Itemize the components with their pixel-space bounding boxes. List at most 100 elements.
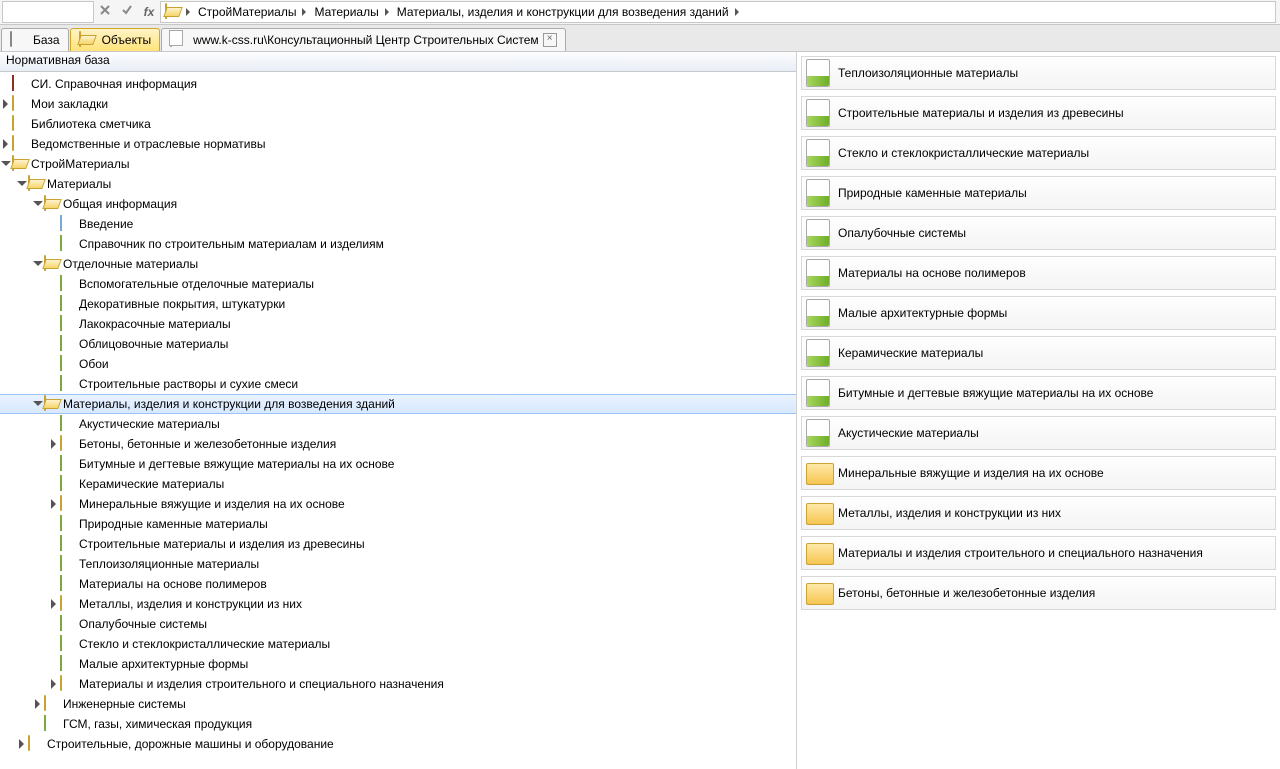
tree-node[interactable]: Материалы, изделия и конструкции для воз… xyxy=(0,394,796,414)
tree-node[interactable]: СИ. Справочная информация xyxy=(0,74,796,94)
page-icon xyxy=(60,416,76,432)
tree-node[interactable]: Опалубочные системы xyxy=(0,614,796,634)
content-card[interactable]: Металлы, изделия и конструкции из них xyxy=(801,496,1276,530)
tree-node[interactable]: ГСМ, газы, химическая продукция xyxy=(0,714,796,734)
tree-node-label: Отделочные материалы xyxy=(63,257,198,271)
tree-node[interactable]: Облицовочные материалы xyxy=(0,334,796,354)
tab-objects[interactable]: Объекты xyxy=(70,28,161,51)
tree-node[interactable]: Строительные, дорожные машины и оборудов… xyxy=(0,734,796,754)
tree-node[interactable]: СтройМатериалы xyxy=(0,154,796,174)
cancel-formula-button[interactable] xyxy=(94,1,116,23)
tree-node-label: Лакокрасочные материалы xyxy=(79,317,231,331)
tree-node[interactable]: Обои xyxy=(0,354,796,374)
content-card[interactable]: Строительные материалы и изделия из древ… xyxy=(801,96,1276,130)
document-icon xyxy=(806,419,832,447)
breadcrumb-item-2[interactable]: Материалы, изделия и конструкции для воз… xyxy=(393,5,733,19)
tree-node[interactable]: Битумные и дегтевые вяжущие материалы на… xyxy=(0,454,796,474)
tree-node[interactable]: Керамические материалы xyxy=(0,474,796,494)
tree-node-label: Опалубочные системы xyxy=(79,617,207,631)
page-icon xyxy=(60,536,76,552)
content-card[interactable]: Битумные и дегтевые вяжущие материалы на… xyxy=(801,376,1276,410)
expand-icon[interactable] xyxy=(16,738,28,750)
tree-node-label: Обои xyxy=(79,357,109,371)
tree-node[interactable]: Справочник по строительным материалам и … xyxy=(0,234,796,254)
tree-node-label: СтройМатериалы xyxy=(31,157,129,171)
folder-open-icon xyxy=(44,256,60,272)
tree-node[interactable]: Мои закладки xyxy=(0,94,796,114)
breadcrumb-item-0[interactable]: СтройМатериалы xyxy=(194,5,300,19)
tree-node[interactable]: Строительные растворы и сухие смеси xyxy=(0,374,796,394)
expand-icon[interactable] xyxy=(0,138,12,150)
tree-node[interactable]: Металлы, изделия и конструкции из них xyxy=(0,594,796,614)
tree-body[interactable]: СИ. Справочная информацияМои закладкиБиб… xyxy=(0,72,796,769)
content-card[interactable]: Акустические материалы xyxy=(801,416,1276,450)
cards-panel[interactable]: Теплоизоляционные материалы Строительные … xyxy=(797,52,1280,769)
tree-node[interactable]: Отделочные материалы xyxy=(0,254,796,274)
tree-node[interactable]: Бетоны, бетонные и железобетонные издели… xyxy=(0,434,796,454)
folder-icon xyxy=(806,459,832,487)
document-icon xyxy=(806,139,832,167)
expand-icon[interactable] xyxy=(0,98,12,110)
tree-node[interactable]: Материалы на основе полимеров xyxy=(0,574,796,594)
expand-icon[interactable] xyxy=(48,498,60,510)
breadcrumb-sep-icon xyxy=(383,2,393,22)
content-card[interactable]: Материалы на основе полимеров xyxy=(801,256,1276,290)
document-icon xyxy=(806,339,832,367)
tree-node[interactable]: Стекло и стеклокристаллические материалы xyxy=(0,634,796,654)
content-card[interactable]: Минеральные вяжущие и изделия на их осно… xyxy=(801,456,1276,490)
tree-node[interactable]: Материалы и изделия строительного и спец… xyxy=(0,674,796,694)
breadcrumb-label: Материалы, изделия и конструкции для воз… xyxy=(397,5,729,19)
tree-node[interactable]: Библиотека сметчика xyxy=(0,114,796,134)
fx-button[interactable]: fx xyxy=(138,1,160,23)
folder-open-icon xyxy=(44,196,60,212)
tree-node-label: Теплоизоляционные материалы xyxy=(79,557,259,571)
folder-icon xyxy=(12,136,28,152)
tree-node-label: Минеральные вяжущие и изделия на их осно… xyxy=(79,497,345,511)
page-icon xyxy=(60,616,76,632)
content-card[interactable]: Керамические материалы xyxy=(801,336,1276,370)
content-card[interactable]: Материалы и изделия строительного и спец… xyxy=(801,536,1276,570)
tab-label: База xyxy=(33,33,60,47)
tree-node[interactable]: Природные каменные материалы xyxy=(0,514,796,534)
expand-icon[interactable] xyxy=(32,698,44,710)
tree-node[interactable]: Декоративные покрытия, штукатурки xyxy=(0,294,796,314)
tree-node[interactable]: Материалы xyxy=(0,174,796,194)
close-icon[interactable]: × xyxy=(543,33,557,47)
content-card[interactable]: Опалубочные системы xyxy=(801,216,1276,250)
card-label: Битумные и дегтевые вяжущие материалы на… xyxy=(838,386,1153,400)
tree-node[interactable]: Общая информация xyxy=(0,194,796,214)
content-card[interactable]: Природные каменные материалы xyxy=(801,176,1276,210)
expand-icon[interactable] xyxy=(48,598,60,610)
content-card[interactable]: Бетоны, бетонные и железобетонные издели… xyxy=(801,576,1276,610)
tree-node[interactable]: Лакокрасочные материалы xyxy=(0,314,796,334)
tab-base[interactable]: База xyxy=(1,28,69,51)
tree-panel: Нормативная база СИ. Справочная информац… xyxy=(0,52,797,769)
tree-node[interactable]: Ведомственные и отраслевые нормативы xyxy=(0,134,796,154)
content-card[interactable]: Стекло и стеклокристаллические материалы xyxy=(801,136,1276,170)
breadcrumb-item-1[interactable]: Материалы xyxy=(310,5,382,19)
expand-icon[interactable] xyxy=(48,678,60,690)
folder-icon xyxy=(12,96,28,112)
page-icon xyxy=(60,656,76,672)
tab-label: Объекты xyxy=(102,33,152,47)
content-card[interactable]: Малые архитектурные формы xyxy=(801,296,1276,330)
tree-node[interactable]: Акустические материалы xyxy=(0,414,796,434)
breadcrumb-label: СтройМатериалы xyxy=(198,5,296,19)
tree-node[interactable]: Инженерные системы xyxy=(0,694,796,714)
tab-webpage[interactable]: www.k-css.ru\Консультационный Центр Стро… xyxy=(161,28,566,51)
card-label: Опалубочные системы xyxy=(838,226,966,240)
accept-formula-button[interactable] xyxy=(116,1,138,23)
page-blue-icon xyxy=(60,216,76,232)
expand-icon[interactable] xyxy=(48,438,60,450)
page-icon xyxy=(60,556,76,572)
name-box[interactable] xyxy=(2,1,94,23)
tree-node[interactable]: Теплоизоляционные материалы xyxy=(0,554,796,574)
breadcrumb-label: Материалы xyxy=(314,5,378,19)
tree-node[interactable]: Малые архитектурные формы xyxy=(0,654,796,674)
tree-node[interactable]: Минеральные вяжущие и изделия на их осно… xyxy=(0,494,796,514)
tree-node-label: Акустические материалы xyxy=(79,417,220,431)
tree-node[interactable]: Введение xyxy=(0,214,796,234)
content-card[interactable]: Теплоизоляционные материалы xyxy=(801,56,1276,90)
tree-node[interactable]: Строительные материалы и изделия из древ… xyxy=(0,534,796,554)
tree-node[interactable]: Вспомогательные отделочные материалы xyxy=(0,274,796,294)
